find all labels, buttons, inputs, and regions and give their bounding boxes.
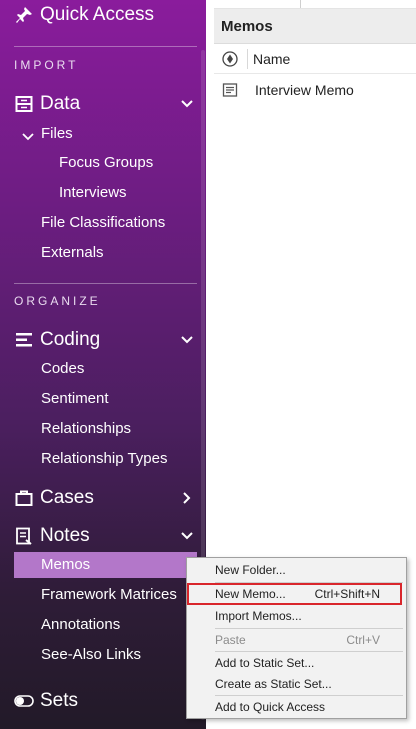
top-strip [214, 0, 416, 9]
sidebar-section-data[interactable]: Data [0, 91, 198, 117]
sidebar-item-quick-access[interactable]: Quick Access [0, 2, 198, 28]
notes-icon [14, 526, 34, 546]
chevron-down-icon[interactable] [180, 529, 194, 543]
column-separator [247, 49, 248, 69]
context-menu: New Folder... New Memo... Ctrl+Shift+N I… [186, 557, 407, 719]
menu-item-new-folder[interactable]: New Folder... [187, 559, 406, 581]
sidebar-section-notes[interactable]: Notes [0, 523, 198, 549]
group-header-import: IMPORT [14, 58, 79, 72]
briefcase-icon [14, 488, 34, 508]
menu-item-label: Add to Static Set... [215, 656, 315, 670]
sidebar-item-memos[interactable]: Memos [41, 556, 90, 573]
quick-access-label: Quick Access [40, 4, 155, 25]
sidebar-item-files[interactable]: Files [0, 124, 198, 144]
pin-icon [14, 5, 34, 25]
menu-item-add-to-quick-access[interactable]: Add to Quick Access [187, 696, 406, 718]
menu-item-create-as-static-set[interactable]: Create as Static Set... [187, 673, 406, 695]
menu-item-label: Import Memos... [215, 609, 302, 623]
memo-name: Interview Memo [255, 82, 354, 98]
chevron-down-icon[interactable] [22, 128, 34, 146]
menu-item-label: Add to Quick Access [215, 700, 326, 714]
coding-lines-icon [14, 330, 34, 350]
highlight-box [187, 583, 402, 605]
coding-label: Coding [40, 329, 101, 350]
sidebar-section-coding[interactable]: Coding [0, 327, 198, 353]
sidebar-item-see-also-links[interactable]: See-Also Links [41, 646, 141, 663]
memo-document-icon [222, 82, 238, 103]
menu-item-add-to-static-set[interactable]: Add to Static Set... [187, 652, 406, 674]
sidebar-section-sets[interactable]: Sets [0, 688, 198, 714]
menu-item-import-memos[interactable]: Import Memos... [187, 605, 406, 627]
sidebar-item-interviews[interactable]: Interviews [59, 184, 127, 201]
page-title: Memos [221, 18, 273, 35]
sidebar-item-file-classifications[interactable]: File Classifications [41, 214, 165, 231]
sidebar-section-cases[interactable]: Cases [0, 485, 198, 511]
sidebar-item-framework-matrices[interactable]: Framework Matrices [41, 586, 177, 603]
sidebar-item-focus-groups[interactable]: Focus Groups [59, 154, 153, 171]
memos-header: Memos [214, 9, 416, 44]
menu-item-paste[interactable]: Paste Ctrl+V [187, 629, 406, 651]
files-label: Files [41, 125, 73, 142]
data-label: Data [40, 93, 81, 114]
menu-item-shortcut: Ctrl+V [346, 633, 380, 647]
chevron-down-icon[interactable] [180, 97, 194, 111]
divider [14, 46, 197, 47]
tab-separator [300, 0, 301, 8]
sidebar-item-relationships[interactable]: Relationships [41, 420, 131, 437]
sidebar-item-sentiment[interactable]: Sentiment [41, 390, 109, 407]
sidebar-item-externals[interactable]: Externals [41, 244, 104, 261]
add-column-icon[interactable] [222, 51, 238, 72]
menu-item-label: Create as Static Set... [215, 677, 332, 691]
group-header-organize: ORGANIZE [14, 294, 101, 308]
chevron-right-icon[interactable] [180, 491, 194, 505]
table-row[interactable]: Interview Memo [214, 76, 416, 104]
column-name-header[interactable]: Name [253, 51, 290, 67]
database-icon [14, 94, 34, 114]
chevron-down-icon[interactable] [180, 333, 194, 347]
cases-label: Cases [40, 487, 94, 508]
notes-label: Notes [40, 525, 90, 546]
sets-label: Sets [40, 690, 79, 711]
sidebar-item-codes[interactable]: Codes [41, 360, 84, 377]
sidebar-item-annotations[interactable]: Annotations [41, 616, 120, 633]
menu-item-label: New Folder... [215, 563, 286, 577]
toggle-icon [14, 691, 34, 711]
divider [14, 283, 197, 284]
navigation-sidebar: Quick Access IMPORT Data Files Focus Gro… [0, 0, 206, 729]
list-column-header[interactable]: Name [214, 45, 416, 74]
menu-item-label: Paste [215, 633, 246, 647]
sidebar-item-relationship-types[interactable]: Relationship Types [41, 450, 167, 467]
